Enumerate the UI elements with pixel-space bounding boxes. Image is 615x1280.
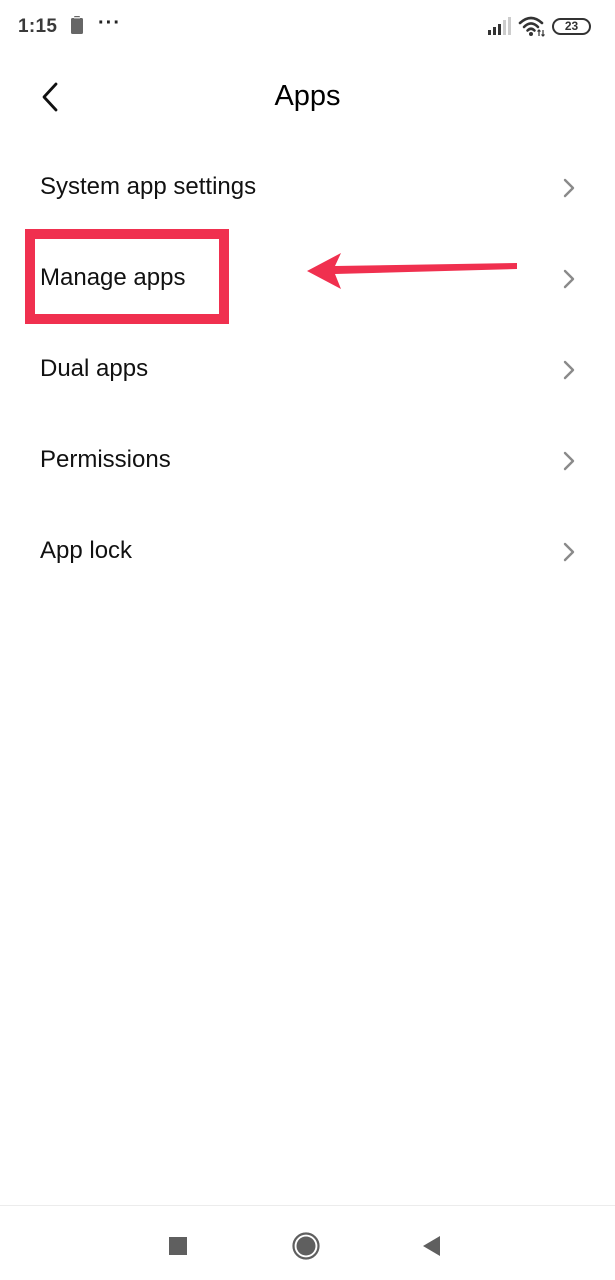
settings-list: System app settings Manage apps Dual app… — [0, 143, 615, 598]
clipboard-icon — [71, 16, 83, 34]
page-title: Apps — [274, 80, 341, 112]
status-time: 1:15 — [18, 16, 58, 37]
chevron-right-icon — [563, 269, 575, 289]
recents-button[interactable] — [160, 1228, 196, 1264]
list-item-label: Dual apps — [40, 355, 149, 382]
battery-icon: 23 — [552, 18, 591, 35]
navigation-bar — [0, 1205, 615, 1280]
list-item-label: Manage apps — [40, 264, 186, 291]
list-item-label: App lock — [40, 537, 133, 564]
list-item-label: Permissions — [40, 446, 171, 473]
overflow-notifications-icon: ··· — [98, 12, 121, 34]
status-bar: 1:15 ··· 23 — [0, 0, 615, 56]
signal-icon — [488, 17, 511, 35]
list-item-label: System app settings — [40, 173, 257, 200]
list-item-app-lock[interactable]: App lock — [0, 507, 615, 598]
list-item-dual-apps[interactable]: Dual apps — [0, 325, 615, 416]
chevron-right-icon — [563, 360, 575, 380]
wifi-icon — [518, 16, 545, 37]
triangle-back-icon — [423, 1236, 440, 1256]
circle-home-icon — [292, 1232, 320, 1260]
list-item-manage-apps[interactable]: Manage apps — [0, 234, 615, 325]
home-button[interactable] — [288, 1228, 324, 1264]
header: Apps — [0, 60, 615, 140]
chevron-right-icon — [563, 451, 575, 471]
square-recents-icon — [169, 1237, 187, 1255]
chevron-right-icon — [563, 178, 575, 198]
list-item-permissions[interactable]: Permissions — [0, 416, 615, 507]
list-item-system-app-settings[interactable]: System app settings — [0, 143, 615, 234]
back-nav-button[interactable] — [414, 1228, 450, 1264]
chevron-right-icon — [563, 542, 575, 562]
